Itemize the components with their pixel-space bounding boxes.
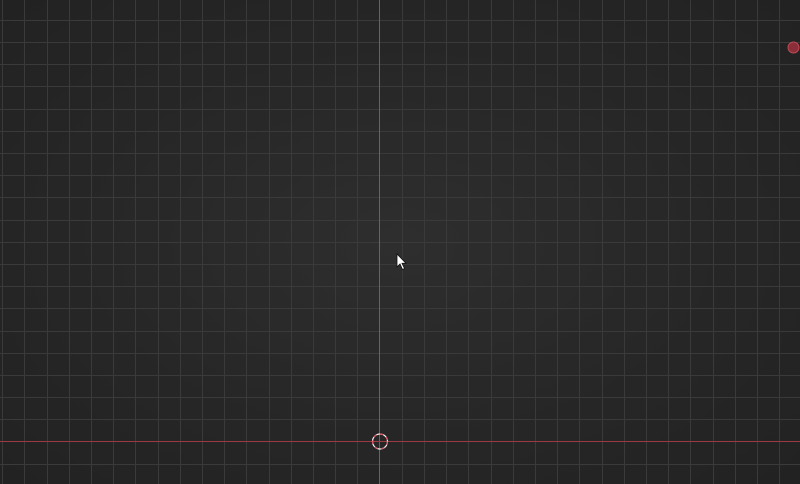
arrow-pointer-icon bbox=[396, 253, 407, 271]
3d-viewport[interactable] bbox=[0, 0, 800, 484]
x-axis-gizmo-dot-icon[interactable] bbox=[787, 41, 800, 54]
floor-grid bbox=[0, 0, 800, 484]
viewport-canvas[interactable] bbox=[0, 0, 800, 484]
